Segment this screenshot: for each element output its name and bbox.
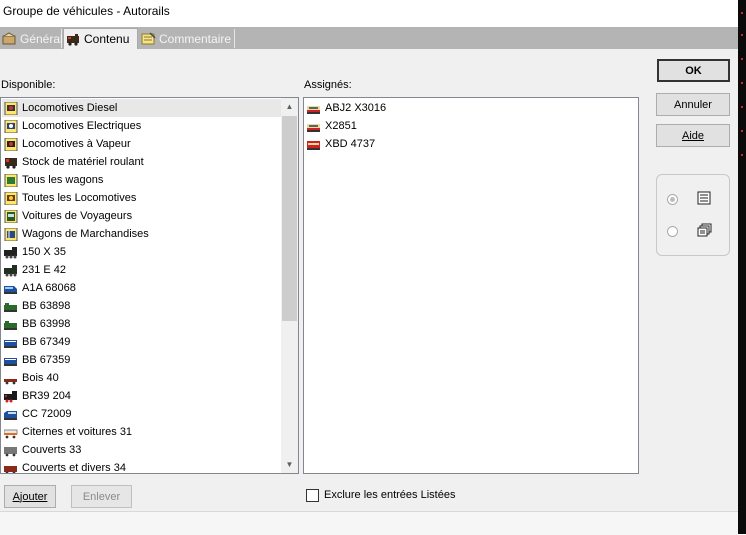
icon-view-icon (697, 223, 712, 241)
filter-electric-icon (4, 119, 18, 133)
list-item[interactable]: ABJ2 X3016 (305, 99, 635, 117)
list-item[interactable]: Citernes et voitures 31 (2, 423, 281, 441)
list-item[interactable]: Locomotives Diesel (2, 99, 281, 117)
scroll-down-icon[interactable]: ▼ (281, 456, 298, 473)
list-item[interactable]: BR39 204 (2, 387, 281, 405)
list-view-radio[interactable] (667, 194, 678, 205)
list-item[interactable]: Locomotives à Vapeur (2, 135, 281, 153)
diesel-locomotive-icon (4, 336, 18, 349)
list-item[interactable]: BB 63998 (2, 315, 281, 333)
tab-contenu[interactable]: Contenu (63, 28, 138, 49)
list-item[interactable]: X2851 (305, 117, 635, 135)
diesel-locomotive-icon (4, 282, 18, 295)
wagon-icon (4, 372, 18, 385)
list-item[interactable]: Toutes les Locomotives (2, 189, 281, 207)
list-item[interactable]: 150 X 35 (2, 243, 281, 261)
remove-button[interactable]: Enlever (71, 485, 132, 508)
list-item[interactable]: Wagons de Marchandises (2, 225, 281, 243)
filter-coaches-icon (4, 209, 18, 223)
scrollbar-thumb[interactable] (282, 116, 297, 321)
list-item[interactable]: Couverts et divers 34 (2, 459, 281, 473)
list-item[interactable]: Voitures de Voyageurs (2, 207, 281, 225)
icon-view-radio[interactable] (667, 226, 678, 237)
railcar-icon (307, 120, 321, 133)
wagon-icon (4, 444, 18, 457)
list-item[interactable]: Stock de matériel roulant (2, 153, 281, 171)
steam-locomotive-icon (4, 390, 18, 403)
tab-bar: Général Contenu Commentaire (0, 27, 738, 49)
steam-locomotive-icon (4, 264, 18, 277)
exclude-listed-label[interactable]: Exclure les entrées Listées (324, 489, 455, 501)
filter-wagons-icon (4, 173, 18, 187)
available-label: Disponible: (1, 79, 56, 91)
add-button-label: Ajouter (12, 490, 48, 503)
diesel-locomotive-icon (4, 354, 18, 367)
railcar-icon (307, 138, 321, 151)
notepad-tab-icon (141, 32, 156, 45)
assigned-list[interactable]: ABJ2 X3016 X2851 XBD 4737 (303, 97, 639, 474)
wagon-icon (3, 426, 18, 439)
list-item[interactable]: XBD 4737 (305, 135, 635, 153)
ok-button[interactable]: OK (657, 59, 730, 82)
tab-general[interactable]: Général (0, 29, 63, 48)
cancel-button[interactable]: Annuler (656, 93, 730, 116)
scroll-up-icon[interactable]: ▲ (281, 98, 298, 115)
tab-commentaire[interactable]: Commentaire (139, 29, 235, 48)
title-bar: Groupe de véhicules - Autorails (0, 0, 738, 25)
background-window-strip (0, 511, 738, 535)
tab-label: Général (20, 31, 63, 46)
locomotive-tab-icon (66, 33, 81, 46)
background-window-edge (738, 0, 746, 534)
help-button[interactable]: Aide (656, 124, 730, 147)
diesel-locomotive-icon (4, 408, 18, 421)
available-list-scrollbar[interactable]: ▲ ▼ (281, 98, 298, 473)
list-item[interactable]: CC 72009 (2, 405, 281, 423)
list-item[interactable]: BB 63898 (2, 297, 281, 315)
filter-locomotives-icon (4, 191, 18, 205)
assigned-label: Assignés: (304, 79, 352, 91)
tab-label: Contenu (84, 32, 130, 46)
railcar-icon (307, 102, 321, 115)
filter-steam-icon (4, 137, 18, 151)
wagon-icon (4, 462, 18, 473)
help-button-label: Aide (681, 129, 705, 142)
list-item[interactable]: Couverts 33 (2, 441, 281, 459)
settings-tab-icon (2, 32, 17, 45)
list-item[interactable]: Locomotives Electriques (2, 117, 281, 135)
list-item[interactable]: A1A 68068 (2, 279, 281, 297)
tab-label: Commentaire (159, 31, 232, 46)
stock-icon (4, 156, 18, 169)
filter-freight-icon (4, 227, 18, 241)
diesel-locomotive-icon (4, 318, 18, 331)
list-item[interactable]: Bois 40 (2, 369, 281, 387)
exclude-listed-checkbox[interactable] (306, 489, 319, 502)
diesel-locomotive-icon (4, 300, 18, 313)
list-item[interactable]: BB 67359 (2, 351, 281, 369)
window-title: Groupe de véhicules - Autorails (3, 4, 170, 18)
steam-locomotive-icon (4, 246, 18, 259)
list-item[interactable]: BB 67349 (2, 333, 281, 351)
list-item[interactable]: Tous les wagons (2, 171, 281, 189)
filter-diesel-icon (4, 101, 18, 115)
available-list[interactable]: Locomotives Diesel Locomotives Electriqu… (0, 97, 299, 474)
list-item[interactable]: 231 E 42 (2, 261, 281, 279)
view-mode-group (656, 174, 730, 256)
list-view-icon (697, 191, 711, 208)
add-button[interactable]: Ajouter (4, 485, 56, 508)
